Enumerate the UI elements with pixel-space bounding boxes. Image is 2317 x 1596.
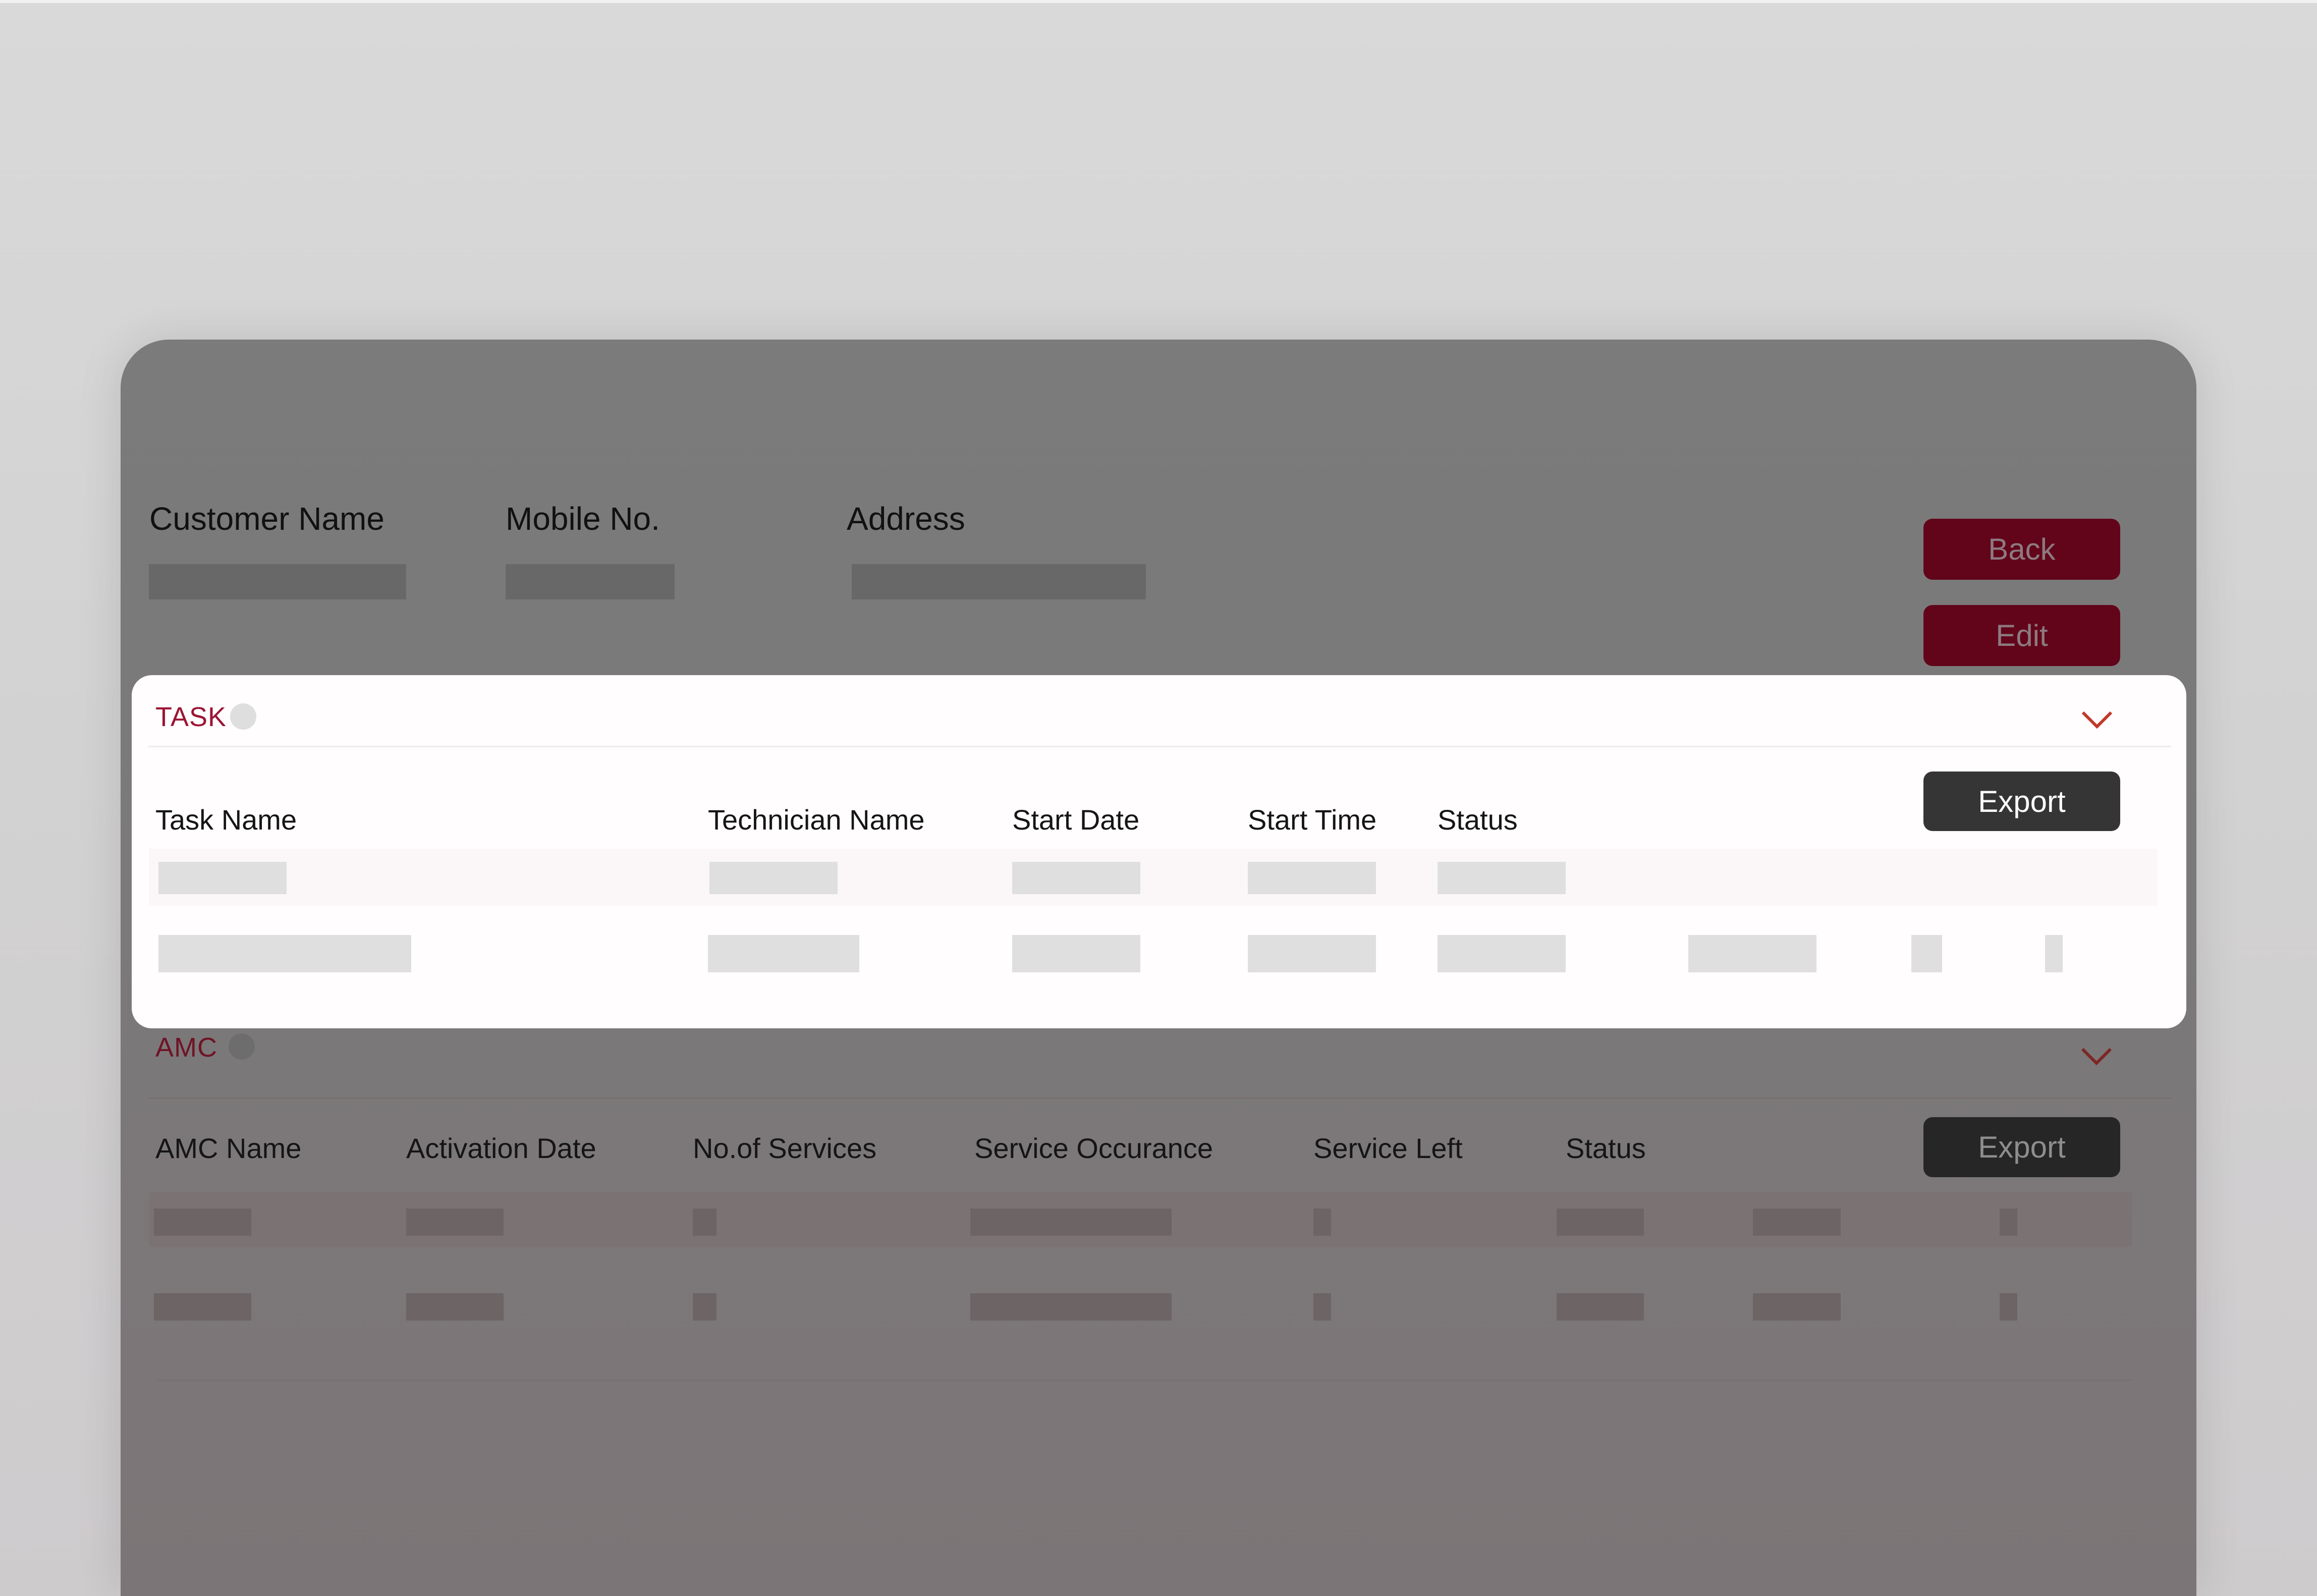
- task-cell: [1248, 862, 1376, 894]
- status-dot-icon: [229, 1033, 255, 1060]
- amc-cell: [1313, 1293, 1331, 1320]
- task-col-start-time: Start Time: [1248, 804, 1377, 836]
- amc-cell: [1557, 1208, 1644, 1236]
- task-section-panel: TASK Task Name Technician Name Start Dat…: [132, 675, 2186, 1028]
- amc-cell: [1753, 1208, 1841, 1236]
- task-col-status: Status: [1438, 804, 1518, 836]
- chevron-down-icon[interactable]: [2080, 1046, 2113, 1066]
- status-dot-icon: [230, 703, 256, 730]
- task-cell: [1688, 935, 1816, 972]
- amc-cell: [1753, 1293, 1841, 1320]
- task-cell: [1248, 935, 1376, 972]
- mobile-value: [506, 564, 675, 599]
- back-button[interactable]: Back: [1923, 519, 2120, 580]
- amc-export-button[interactable]: Export: [1923, 1117, 2120, 1177]
- task-cell: [158, 862, 287, 894]
- amc-col-status: Status: [1566, 1132, 1646, 1164]
- amc-cell: [2000, 1293, 2017, 1320]
- chevron-down-icon[interactable]: [2081, 709, 2113, 730]
- task-export-button[interactable]: Export: [1923, 772, 2120, 831]
- amc-col-service-occurance: Service Occurance: [974, 1132, 1213, 1164]
- task-cell: [1438, 862, 1566, 894]
- amc-cell: [2000, 1208, 2017, 1236]
- amc-cell: [154, 1293, 251, 1320]
- amc-cell: [154, 1208, 251, 1236]
- amc-cell: [693, 1208, 716, 1236]
- task-cell: [2045, 935, 2063, 972]
- amc-cell: [693, 1293, 716, 1320]
- task-cell: [1911, 935, 1942, 972]
- amc-cell: [406, 1208, 504, 1236]
- amc-cell: [970, 1293, 1172, 1320]
- task-cell: [708, 935, 859, 972]
- task-table-row: [149, 849, 2158, 906]
- amc-section-title: AMC: [155, 1032, 217, 1063]
- task-cell: [1012, 862, 1140, 894]
- amc-col-activation-date: Activation Date: [406, 1132, 596, 1164]
- amc-col-service-left: Service Left: [1313, 1132, 1463, 1164]
- task-col-technician-name: Technician Name: [708, 804, 925, 836]
- task-cell: [1438, 935, 1566, 972]
- top-border: [0, 0, 2317, 3]
- amc-table-bottom-rule: [157, 1380, 2132, 1381]
- task-col-task-name: Task Name: [155, 804, 297, 836]
- amc-cell: [1557, 1293, 1644, 1320]
- amc-cell: [1313, 1208, 1331, 1236]
- task-col-start-date: Start Date: [1012, 804, 1140, 836]
- amc-col-amc-name: AMC Name: [155, 1132, 302, 1164]
- edit-button[interactable]: Edit: [1923, 605, 2120, 666]
- address-value: [852, 564, 1146, 599]
- amc-cell: [970, 1208, 1172, 1236]
- task-section-title: TASK: [155, 702, 227, 732]
- task-cell: [158, 935, 411, 972]
- amc-cell: [406, 1293, 504, 1320]
- amc-divider: [149, 1097, 2172, 1099]
- task-divider: [148, 746, 2171, 747]
- mobile-label: Mobile No.: [506, 501, 660, 537]
- customer-name-value: [149, 564, 406, 599]
- customer-name-label: Customer Name: [149, 501, 384, 537]
- task-cell: [709, 862, 838, 894]
- task-cell: [1012, 935, 1140, 972]
- address-label: Address: [847, 501, 965, 537]
- amc-col-services: No.of Services: [693, 1132, 877, 1164]
